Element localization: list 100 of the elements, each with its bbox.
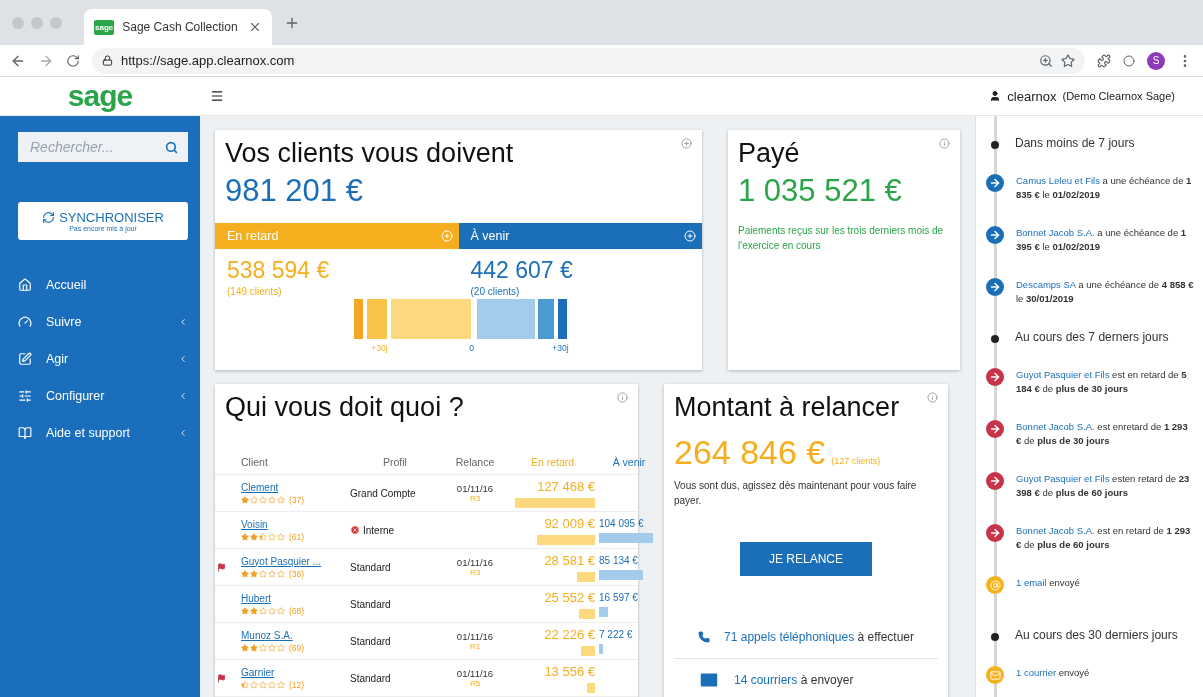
zoom-icon[interactable] [1039,53,1053,68]
reminder-date: 01/11/16 [456,557,494,568]
add-icon[interactable] [681,138,692,149]
late-amount: 127 468 € [537,478,595,494]
late-bar [586,682,595,693]
client-link[interactable]: Descamps SA [1016,279,1076,290]
upcoming-amount: 104 095 € [599,517,644,529]
profile-avatar[interactable]: S [1147,51,1165,70]
nav-item[interactable]: Accueil [18,276,188,294]
bookmark-star-icon[interactable] [1061,53,1075,68]
card-title: Payé [738,138,800,169]
client-link[interactable]: 1 email [1016,577,1047,588]
reminder-level: R3 [469,494,481,503]
nav-item[interactable]: Configurer [18,387,188,405]
client-link[interactable]: Munoz S.A. [241,629,346,641]
user-name[interactable]: clearnox [1007,88,1057,104]
info-icon[interactable] [617,392,628,403]
review-count: (12) [289,679,305,690]
card-title: Montant à relancer [674,392,900,423]
sage-logo[interactable]: sage [0,81,200,111]
extension-icon[interactable] [1123,54,1135,67]
tick-label: +30j [370,343,389,353]
late-bar [578,608,595,619]
timeline-dot [991,141,999,149]
reminder-date: 01/11/16 [456,631,494,642]
envelope-icon [986,666,1004,684]
tick-label: 0 [468,343,475,353]
address-bar[interactable]: https://sage.app.clearnox.com [92,47,1085,74]
arrow-right-icon [986,226,1004,244]
nav-item[interactable]: Suivre [18,313,188,331]
timeline-text: Bonnet Jacob S.A. a une échéance de 1 395 € le 01/02/2019 [1016,226,1188,254]
action-link[interactable]: 71 appels téléphoniques [724,630,855,644]
action-text: 71 appels téléphoniques à effectuer [724,630,914,644]
timeline-text: 1 email envoyé [1016,576,1080,590]
reload-icon[interactable] [66,53,80,68]
client-link[interactable]: Clement [241,481,346,493]
late-bar [537,534,595,545]
info-icon[interactable] [939,138,950,149]
client-link[interactable]: Voisin [241,518,346,530]
column-header: Profil [382,455,408,468]
browser-tab[interactable]: sage Sage Cash Collection [84,9,272,45]
timeline-text: Bonnet Jacob S.A. est en retard de 1 293 € de plus de 60 jours [1016,524,1192,552]
timeline-heading: Au cours des 30 derniers jours [1015,628,1178,642]
search-input[interactable]: Rechercher... [28,138,165,156]
paid-amount: 1 035 521 € [737,172,903,209]
section-label: À venir [470,229,510,243]
reminder-date: 01/11/16 [456,483,494,494]
action-text: 14 courriers à envoyer [734,673,854,687]
timeline-text: Bonnet Jacob S.A. est enretard de 1 293 € de plus de 30 jours [1016,420,1189,448]
client-link[interactable]: Camus Leleu et Fils [1016,175,1100,186]
lock-icon [102,55,113,66]
nav-icon [18,352,32,366]
upcoming-bar [599,569,644,580]
arrow-right-icon [986,472,1004,490]
arrow-right-icon [986,420,1004,438]
search-icon[interactable] [165,140,178,154]
profile-text: Standard [350,561,391,573]
client-link[interactable]: 1 courrier [1016,667,1057,678]
client-link[interactable]: Garnier [241,666,346,678]
profile-text: Interne [363,524,395,536]
reminder-amount: 264 846 € [674,433,826,472]
timeline-dot [991,335,999,343]
client-link[interactable]: Hubert [241,592,346,604]
review-count: (38) [289,568,305,579]
late-amount: 13 556 € [544,663,595,679]
arrow-right-icon [986,174,1004,192]
upcoming-amount: 16 597 € [599,591,638,603]
nav-icon [18,278,32,292]
action-link[interactable]: 14 courriers [734,673,798,687]
nav-item[interactable]: Aide et support [18,424,188,442]
profile-text: Standard [350,635,391,647]
column-header: En retard [529,455,576,468]
client-link[interactable]: Guyot Pasquier et Fils [1016,369,1110,380]
client-link[interactable]: Bonnet Jacob S.A. [1016,227,1095,238]
nav-icon [18,389,32,403]
timeline-text: 1 courrier envoyé [1016,666,1090,680]
section-amount: 442 607 € [469,256,574,284]
info-icon[interactable] [927,392,938,403]
timeline-text: Descamps SA a une échéance de 4 858 € le 30/01/2019 [1016,278,1195,306]
client-link[interactable]: Bonnet Jacob S.A. [1016,421,1095,432]
client-count: (149 clients) [226,285,283,297]
menu-icon[interactable] [210,89,224,103]
at-sign-icon [986,576,1004,594]
extension-icon[interactable] [1097,53,1111,68]
nav-item[interactable]: Agir [18,350,188,368]
profile-text: Standard [350,672,391,684]
profile-text: Grand Compte [350,487,416,499]
remind-button[interactable]: JE RELANCE [740,542,872,576]
search-field[interactable]: Rechercher... [18,132,188,162]
upcoming-bar [599,643,603,654]
late-bar [581,645,595,656]
client-link[interactable]: Guyot Pasquier ... [241,555,346,567]
reminder-level: R5 [469,679,481,688]
client-link[interactable]: Bonnet Jacob S.A. [1016,525,1095,536]
client-link[interactable]: Guyot Pasquier et Fils [1016,473,1110,484]
review-count: (61) [289,531,305,542]
close-icon[interactable] [248,20,262,34]
column-header: Relance [454,455,496,468]
late-amount: 25 552 € [544,589,595,605]
review-count: (37) [289,494,305,505]
